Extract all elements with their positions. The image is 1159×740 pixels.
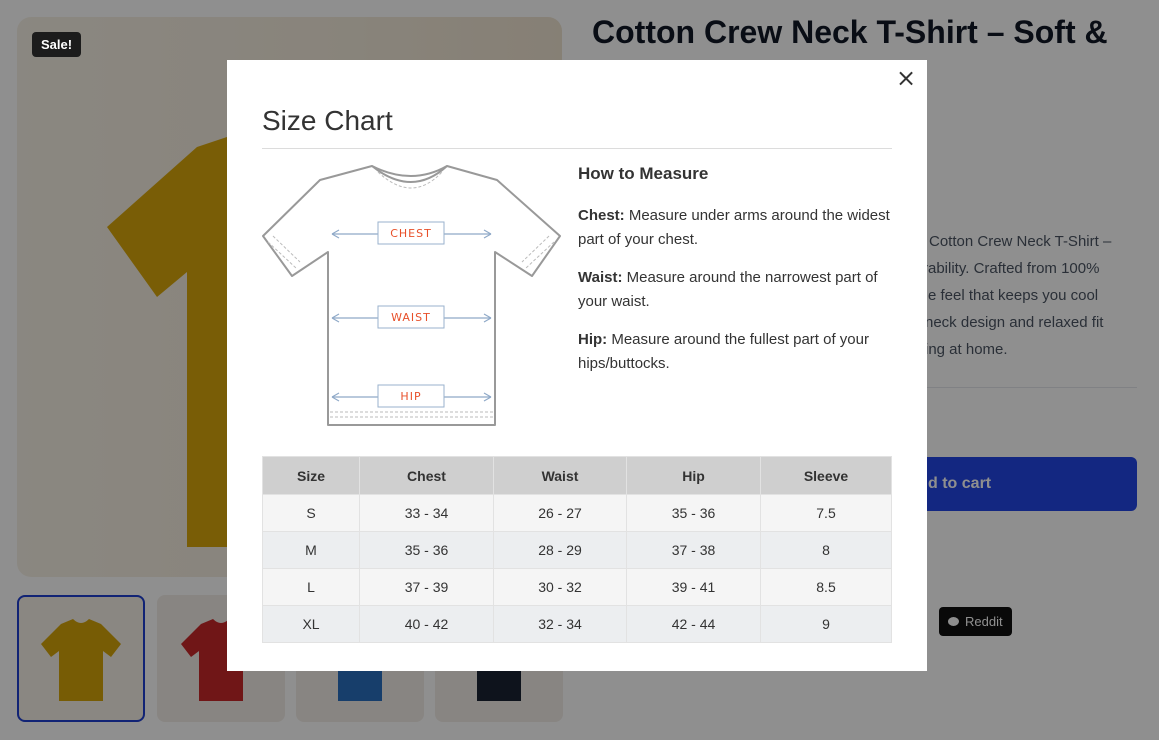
measure-hip: Hip: Measure around the fullest part of … (578, 328, 898, 376)
measure-text: Measure around the fullest part of your … (578, 331, 869, 372)
table-cell: M (262, 531, 360, 569)
table-cell: 35 - 36 (626, 494, 761, 532)
measure-chest: Chest: Measure under arms around the wid… (578, 204, 898, 252)
measure-term: Hip: (578, 331, 608, 348)
column-header: Chest (359, 456, 494, 495)
table-row: S 33 - 34 26 - 27 35 - 36 7.5 (262, 494, 892, 532)
measure-term: Waist: (578, 269, 623, 286)
column-header: Size (262, 456, 360, 495)
close-icon[interactable]: × (895, 66, 917, 90)
table-cell: 37 - 38 (626, 531, 761, 569)
tshirt-measure-diagram: CHEST WAIST HIP (262, 165, 561, 426)
table-cell: 26 - 27 (493, 494, 627, 532)
table-cell: 9 (760, 605, 892, 643)
table-header-row: Size Chest Waist Hip Sleeve (262, 456, 892, 495)
table-row: M 35 - 36 28 - 29 37 - 38 8 (262, 531, 892, 569)
table-cell: 39 - 41 (626, 568, 761, 606)
how-to-measure: How to Measure Chest: Measure under arms… (578, 164, 898, 390)
table-cell: 32 - 34 (493, 605, 627, 643)
table-row: XL 40 - 42 32 - 34 42 - 44 9 (262, 605, 892, 643)
table-cell: 28 - 29 (493, 531, 627, 569)
column-header: Hip (626, 456, 761, 495)
table-cell: 42 - 44 (626, 605, 761, 643)
modal-title: Size Chart (262, 105, 393, 136)
table-row: L 37 - 39 30 - 32 39 - 41 8.5 (262, 568, 892, 606)
diagram-label-waist: WAIST (391, 311, 431, 324)
measure-text: Measure around the narrowest part of you… (578, 269, 878, 310)
diagram-label-hip: HIP (400, 390, 421, 403)
table-cell: 37 - 39 (359, 568, 494, 606)
table-cell: 7.5 (760, 494, 892, 532)
table-cell: 30 - 32 (493, 568, 627, 606)
size-chart-modal: × Size Chart CHEST WAIST HIP How to Meas… (227, 60, 927, 671)
measure-term: Chest: (578, 207, 625, 224)
table-cell: XL (262, 605, 360, 643)
table-cell: 40 - 42 (359, 605, 494, 643)
table-cell: 8.5 (760, 568, 892, 606)
how-to-measure-heading: How to Measure (578, 164, 709, 183)
sale-badge: Sale! (32, 32, 82, 57)
table-cell: 33 - 34 (359, 494, 494, 532)
table-cell: 8 (760, 531, 892, 569)
table-cell: S (262, 494, 360, 532)
divider (262, 148, 892, 149)
measure-waist: Waist: Measure around the narrowest part… (578, 266, 898, 314)
table-cell: L (262, 568, 360, 606)
column-header: Sleeve (760, 456, 892, 495)
column-header: Waist (493, 456, 627, 495)
diagram-label-chest: CHEST (390, 227, 432, 240)
size-table: Size Chest Waist Hip Sleeve S 33 - 34 26… (262, 456, 892, 643)
measure-text: Measure under arms around the widest par… (578, 207, 890, 248)
table-cell: 35 - 36 (359, 531, 494, 569)
